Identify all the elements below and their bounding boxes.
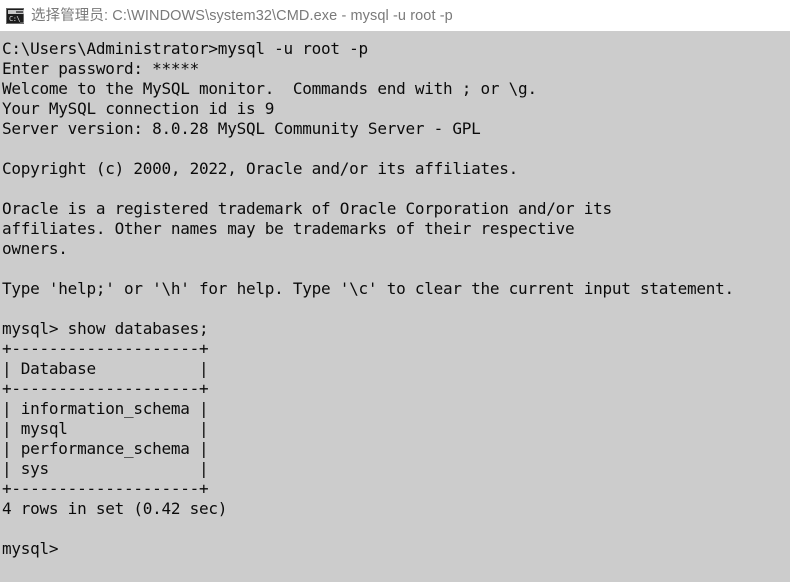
console-line: mysql> xyxy=(2,539,59,558)
cmd-window: C:\_ 选择管理员: C:\WINDOWS\system32\CMD.exe … xyxy=(0,0,790,582)
console-line: Type 'help;' or '\h' for help. Type '\c'… xyxy=(2,279,734,298)
console-line: mysql> show databases; xyxy=(2,319,209,338)
console-line: affiliates. Other names may be trademark… xyxy=(2,219,575,238)
console-line: | sys | xyxy=(2,459,209,478)
cmd-console-icon: C:\_ xyxy=(6,8,24,24)
console-line: +--------------------+ xyxy=(2,379,209,398)
console-line: Welcome to the MySQL monitor. Commands e… xyxy=(2,79,537,98)
console-line: | Database | xyxy=(2,359,209,378)
console-line: | mysql | xyxy=(2,419,209,438)
console-line: Your MySQL connection id is 9 xyxy=(2,99,275,118)
console-text: C:\Users\Administrator>mysql -u root -p E… xyxy=(0,39,790,559)
console-line: | performance_schema | xyxy=(2,439,209,458)
cmd-icon-prompt-glyph: C:\_ xyxy=(9,15,24,23)
console-line: Oracle is a registered trademark of Orac… xyxy=(2,199,612,218)
console-output-area[interactable]: C:\Users\Administrator>mysql -u root -p E… xyxy=(0,31,790,582)
window-titlebar[interactable]: C:\_ 选择管理员: C:\WINDOWS\system32\CMD.exe … xyxy=(0,0,790,31)
console-line: +--------------------+ xyxy=(2,339,209,358)
console-line: +--------------------+ xyxy=(2,479,209,498)
console-line: | information_schema | xyxy=(2,399,209,418)
console-line: Enter password: ***** xyxy=(2,59,200,78)
cmd-icon-buttons xyxy=(16,11,23,13)
console-line: Server version: 8.0.28 MySQL Community S… xyxy=(2,119,481,138)
window-title-text: 选择管理员: C:\WINDOWS\system32\CMD.exe - mys… xyxy=(31,7,453,24)
console-line: C:\Users\Administrator>mysql -u root -p xyxy=(2,39,368,58)
console-line: 4 rows in set (0.42 sec) xyxy=(2,499,228,518)
console-line: owners. xyxy=(2,239,68,258)
cmd-icon-frame: C:\_ xyxy=(6,8,24,24)
console-line: Copyright (c) 2000, 2022, Oracle and/or … xyxy=(2,159,519,178)
